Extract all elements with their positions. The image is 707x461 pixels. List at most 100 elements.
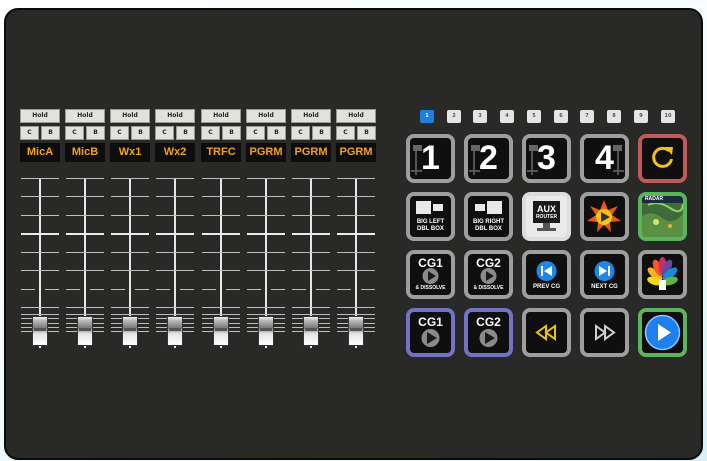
page-tab-5[interactable]: 5	[527, 110, 541, 123]
next-cg-label: NEXT CG	[591, 284, 618, 290]
b-button[interactable]: B	[86, 126, 105, 140]
hold-button[interactable]: Hold	[110, 109, 150, 123]
b-button[interactable]: B	[176, 126, 195, 140]
hold-button[interactable]: Hold	[201, 109, 241, 123]
page-tab-2[interactable]: 2	[447, 110, 461, 123]
fader-tick	[337, 215, 375, 216]
fader-tick	[292, 178, 330, 179]
fader-tick	[337, 314, 375, 315]
fader-tick	[337, 289, 375, 290]
fader-tick	[337, 178, 375, 179]
fader-knob[interactable]	[77, 316, 93, 346]
channel-name: TRFC	[201, 143, 241, 162]
fader-tick	[21, 196, 59, 197]
fader-tick	[292, 233, 330, 235]
camera-2-button[interactable]: 2	[464, 134, 513, 183]
hold-button[interactable]: Hold	[155, 109, 195, 123]
radar-map-button[interactable]: RADAR	[638, 192, 687, 241]
c-button[interactable]: C	[110, 126, 129, 140]
channel-name: MicA	[20, 143, 60, 162]
cg2-button[interactable]: CG2	[464, 308, 513, 357]
rewind-button[interactable]	[522, 308, 571, 357]
play-button[interactable]	[638, 308, 687, 357]
fader-tick	[111, 215, 149, 216]
fader-tick	[66, 196, 104, 197]
camera-4-button[interactable]: 4	[580, 134, 629, 183]
cg2-dissolve-button[interactable]: CG2 & DISSOLVE	[464, 250, 513, 299]
cg2-dissolve-top: CG2	[476, 256, 501, 270]
fader-tick	[202, 252, 240, 253]
fader-knob[interactable]	[348, 316, 364, 346]
b-button[interactable]: B	[312, 126, 331, 140]
page-tab-1[interactable]: 1	[420, 110, 434, 123]
fader-tick	[337, 233, 375, 235]
c-button[interactable]: C	[20, 126, 39, 140]
page-tab-9[interactable]: 9	[634, 110, 648, 123]
fader-tick	[21, 289, 59, 290]
fader-tick	[111, 252, 149, 253]
fader-knob[interactable]	[32, 316, 48, 346]
c-button[interactable]: C	[246, 126, 265, 140]
fader-tick	[292, 270, 330, 271]
big-left-line2: DBL BOX	[417, 226, 444, 232]
refresh-button[interactable]	[638, 134, 687, 183]
fader-knob[interactable]	[303, 316, 319, 346]
fader-tick	[202, 196, 240, 197]
c-button[interactable]: C	[336, 126, 355, 140]
hold-button[interactable]: Hold	[20, 109, 60, 123]
camera-1-button[interactable]: 1	[406, 134, 455, 183]
page-tab-7[interactable]: 7	[580, 110, 594, 123]
fader-knob[interactable]	[167, 316, 183, 346]
b-button[interactable]: B	[267, 126, 286, 140]
camera-3-button[interactable]: 3	[522, 134, 571, 183]
c-button[interactable]: C	[155, 126, 174, 140]
b-button[interactable]: B	[41, 126, 60, 140]
play-icon	[644, 314, 681, 351]
c-button[interactable]: C	[201, 126, 220, 140]
network-logo-button[interactable]	[638, 250, 687, 299]
fader-knob[interactable]	[258, 316, 274, 346]
next-cg-button[interactable]: NEXT CG	[580, 250, 629, 299]
media-play-button[interactable]	[580, 192, 629, 241]
fader-tick	[156, 178, 194, 179]
fader-tick	[337, 307, 375, 308]
hold-button[interactable]: Hold	[291, 109, 331, 123]
b-button[interactable]: B	[131, 126, 150, 140]
fader-tick	[111, 233, 149, 235]
cg1-dissolve-top: CG1	[418, 256, 443, 270]
fader-knob[interactable]	[213, 316, 229, 346]
big-right-dbl-box-button[interactable]: BIG RIGHT DBL BOX	[464, 192, 513, 241]
cg1-dissolve-button[interactable]: CG1 & DISSOLVE	[406, 250, 455, 299]
hold-button[interactable]: Hold	[336, 109, 376, 123]
cg1-button[interactable]: CG1	[406, 308, 455, 357]
c-button[interactable]: C	[291, 126, 310, 140]
fader-tick	[66, 270, 104, 271]
big-left-dbl-box-button[interactable]: BIG LEFT DBL BOX	[406, 192, 455, 241]
b-button[interactable]: B	[222, 126, 241, 140]
hold-button[interactable]: Hold	[246, 109, 286, 123]
page-tab-4[interactable]: 4	[500, 110, 514, 123]
page-tab-6[interactable]: 6	[554, 110, 568, 123]
fader-tick	[247, 215, 285, 216]
page-tab-8[interactable]: 8	[607, 110, 621, 123]
fader-tick	[156, 215, 194, 216]
fast-forward-icon	[595, 324, 616, 341]
rewind-icon	[535, 324, 556, 341]
cg2-label: CG2	[476, 315, 501, 329]
fader-knob[interactable]	[122, 316, 138, 346]
starburst-play-icon	[587, 200, 621, 232]
hold-button[interactable]: Hold	[65, 109, 105, 123]
aux-router-button[interactable]: AUX ROUTER	[522, 192, 571, 241]
fader-tick	[292, 307, 330, 308]
fader-tick	[66, 252, 104, 253]
page-tab-10[interactable]: 10	[661, 110, 675, 123]
camera-3-label: 3	[537, 139, 556, 177]
prev-cg-button[interactable]: PREV CG	[522, 250, 571, 299]
refresh-icon	[652, 146, 673, 168]
fast-forward-button[interactable]	[580, 308, 629, 357]
fader-tick	[66, 215, 104, 216]
fader-tick	[21, 215, 59, 216]
c-button[interactable]: C	[65, 126, 84, 140]
page-tab-3[interactable]: 3	[473, 110, 487, 123]
b-button[interactable]: B	[357, 126, 376, 140]
